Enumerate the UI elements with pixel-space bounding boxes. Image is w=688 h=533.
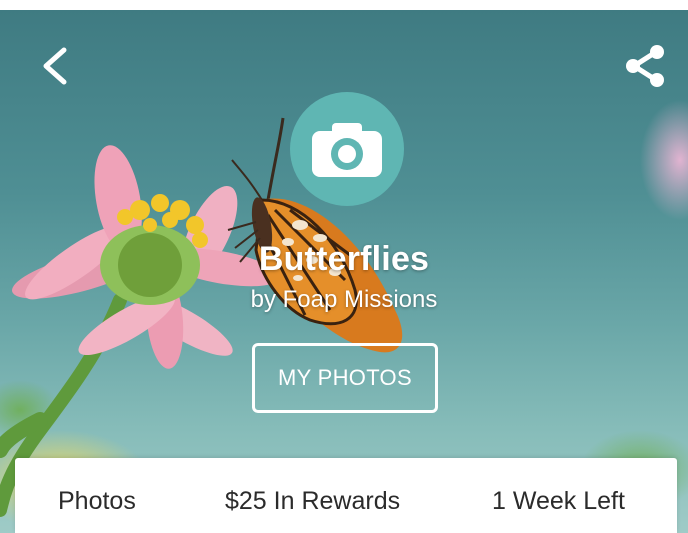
mission-byline: by Foap Missions: [250, 286, 438, 313]
photos-tab[interactable]: Photos: [58, 487, 136, 516]
share-icon[interactable]: [622, 44, 670, 88]
mission-screen: Butterflies by Foap Missions MY PHOTOS P…: [0, 0, 688, 533]
camera-icon: [312, 123, 382, 177]
chevron-left-icon[interactable]: [36, 44, 76, 88]
rewards-stat[interactable]: $25 In Rewards: [225, 487, 400, 516]
mission-title: Butterflies: [258, 240, 430, 278]
my-photos-button[interactable]: MY PHOTOS: [252, 343, 438, 413]
time-left-stat[interactable]: 1 Week Left: [492, 487, 625, 516]
mission-logo: [290, 92, 404, 206]
mission-stats-bar: Photos $25 In Rewards 1 Week Left: [15, 458, 677, 533]
